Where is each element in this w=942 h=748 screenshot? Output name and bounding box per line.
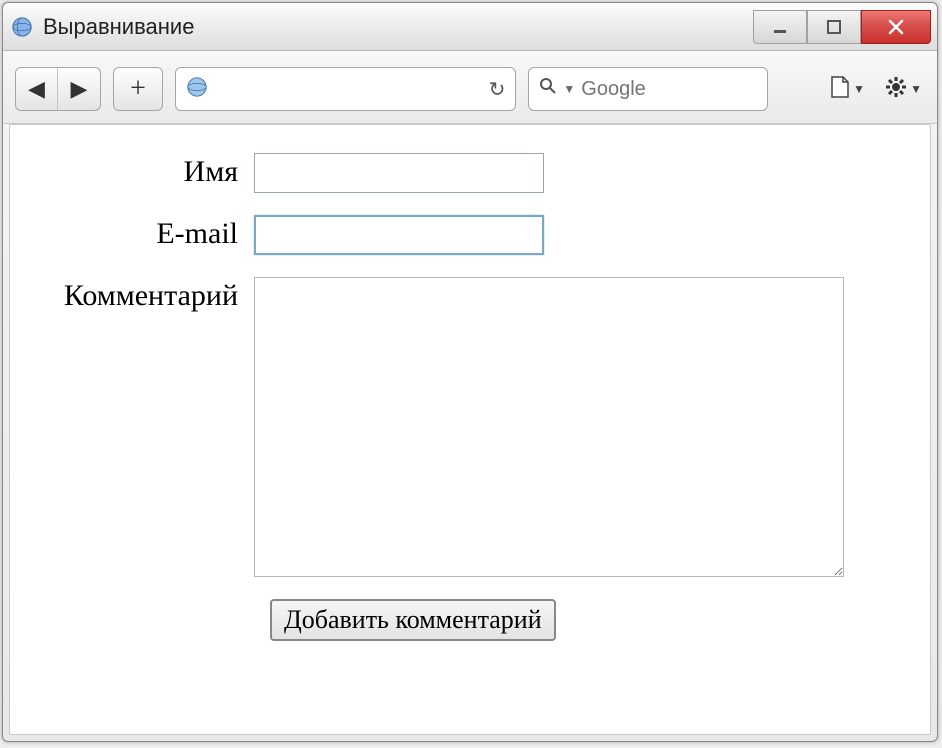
- app-icon: [11, 16, 33, 38]
- minimize-button[interactable]: [753, 10, 807, 44]
- browser-window: Выравнивание ◀ ▶ +: [2, 2, 938, 742]
- back-icon: ◀: [28, 76, 45, 102]
- submit-button[interactable]: Добавить комментарий: [270, 599, 556, 641]
- comment-field[interactable]: [254, 277, 844, 577]
- page-icon: [829, 75, 851, 104]
- new-tab-button[interactable]: +: [113, 67, 163, 111]
- comment-row: Комментарий: [34, 277, 906, 577]
- gear-icon: [884, 75, 908, 104]
- window-controls: [753, 10, 931, 44]
- email-field[interactable]: [254, 215, 544, 255]
- search-input[interactable]: [581, 78, 846, 101]
- name-label: Имя: [34, 153, 254, 189]
- window-title: Выравнивание: [43, 14, 753, 40]
- nav-group: ◀ ▶: [15, 67, 101, 111]
- search-bar[interactable]: ▼: [528, 67, 768, 111]
- maximize-button[interactable]: [807, 10, 861, 44]
- email-label: E-mail: [34, 215, 254, 251]
- close-button[interactable]: [861, 10, 931, 44]
- address-input[interactable]: [216, 79, 481, 100]
- chevron-down-icon: ▼: [853, 82, 865, 97]
- submit-row: Добавить комментарий: [270, 599, 906, 641]
- plus-icon: +: [130, 73, 146, 105]
- search-icon: [539, 77, 557, 101]
- titlebar: Выравнивание: [3, 3, 937, 51]
- email-row: E-mail: [34, 215, 906, 255]
- comment-label: Комментарий: [34, 277, 254, 313]
- forward-icon: ▶: [71, 76, 88, 102]
- page-content: Имя E-mail Комментарий Добавить коммента…: [9, 124, 931, 735]
- back-button[interactable]: ◀: [16, 68, 58, 110]
- settings-menu-button[interactable]: ▼: [881, 67, 925, 111]
- forward-button[interactable]: ▶: [58, 68, 100, 110]
- refresh-icon[interactable]: ↻: [489, 77, 506, 102]
- chevron-down-icon: ▼: [563, 82, 575, 97]
- name-row: Имя: [34, 153, 906, 193]
- chevron-down-icon: ▼: [910, 82, 922, 97]
- globe-icon: [186, 76, 208, 103]
- toolbar: ◀ ▶ + ↻: [3, 51, 937, 124]
- name-field[interactable]: [254, 153, 544, 193]
- address-bar[interactable]: ↻: [175, 67, 516, 111]
- page-menu-button[interactable]: ▼: [825, 67, 869, 111]
